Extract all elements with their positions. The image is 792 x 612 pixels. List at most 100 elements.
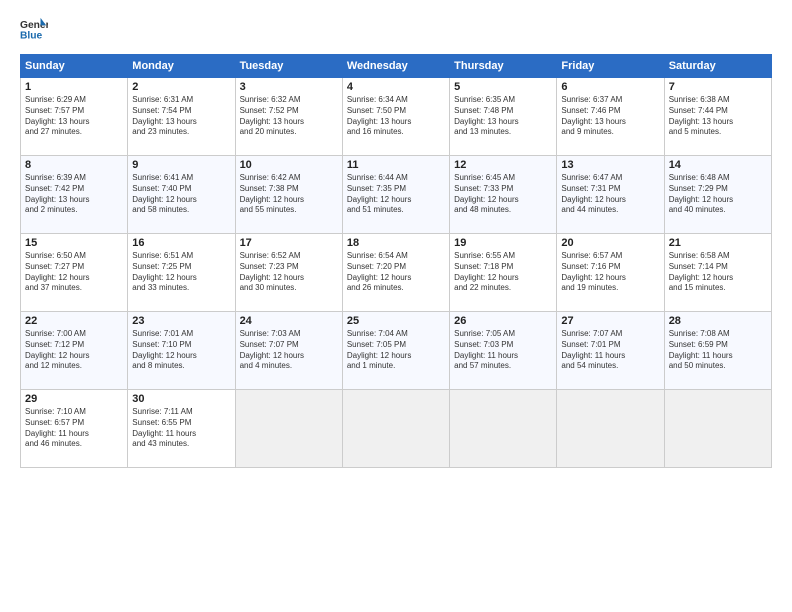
cell-info: Sunrise: 7:07 AM Sunset: 7:01 PM Dayligh… — [561, 329, 659, 372]
calendar-cell: 2 Sunrise: 6:31 AM Sunset: 7:54 PM Daylig… — [128, 78, 235, 156]
calendar-cell: 19Sunrise: 6:55 AM Sunset: 7:18 PM Dayli… — [450, 234, 557, 312]
cell-info: Sunrise: 7:00 AM Sunset: 7:12 PM Dayligh… — [25, 329, 123, 372]
calendar-cell: 1 Sunrise: 6:29 AM Sunset: 7:57 PM Daylig… — [21, 78, 128, 156]
calendar-cell: 6Sunrise: 6:37 AM Sunset: 7:46 PM Daylig… — [557, 78, 664, 156]
calendar-cell: 3Sunrise: 6:32 AM Sunset: 7:52 PM Daylig… — [235, 78, 342, 156]
calendar-cell: 12 Sunrise: 6:45 AM Sunset: 7:33 PM Dayli… — [450, 156, 557, 234]
calendar-cell: 10 Sunrise: 6:42 AM Sunset: 7:38 PM Dayli… — [235, 156, 342, 234]
calendar-cell: 26 Sunrise: 7:05 AM Sunset: 7:03 PM Dayli… — [450, 312, 557, 390]
day-number: 8 — [25, 159, 123, 171]
calendar-cell: 24Sunrise: 7:03 AM Sunset: 7:07 PM Dayli… — [235, 312, 342, 390]
calendar-week-1: 1 Sunrise: 6:29 AM Sunset: 7:57 PM Daylig… — [21, 78, 772, 156]
day-number: 24 — [240, 315, 338, 327]
cell-info: Sunrise: 7:05 AM Sunset: 7:03 PM Dayligh… — [454, 329, 552, 372]
calendar-cell: 27Sunrise: 7:07 AM Sunset: 7:01 PM Dayli… — [557, 312, 664, 390]
day-number: 30 — [132, 393, 230, 405]
day-number: 20 — [561, 237, 659, 249]
day-number: 7 — [669, 81, 767, 93]
cell-info: Sunrise: 7:01 AM Sunset: 7:10 PM Dayligh… — [132, 329, 230, 372]
day-number: 9 — [132, 159, 230, 171]
logo-icon: General Blue — [20, 16, 48, 44]
calendar-body: 1 Sunrise: 6:29 AM Sunset: 7:57 PM Daylig… — [21, 78, 772, 468]
cell-info: Sunrise: 6:54 AM Sunset: 7:20 PM Dayligh… — [347, 251, 445, 294]
day-number: 23 — [132, 315, 230, 327]
cell-info: Sunrise: 6:57 AM Sunset: 7:16 PM Dayligh… — [561, 251, 659, 294]
cell-info: Sunrise: 6:47 AM Sunset: 7:31 PM Dayligh… — [561, 173, 659, 216]
calendar-week-4: 22Sunrise: 7:00 AM Sunset: 7:12 PM Dayli… — [21, 312, 772, 390]
calendar-cell: 7 Sunrise: 6:38 AM Sunset: 7:44 PM Daylig… — [664, 78, 771, 156]
cell-info: Sunrise: 6:58 AM Sunset: 7:14 PM Dayligh… — [669, 251, 767, 294]
day-number: 16 — [132, 237, 230, 249]
cell-info: Sunrise: 7:10 AM Sunset: 6:57 PM Dayligh… — [25, 407, 123, 450]
cell-info: Sunrise: 7:08 AM Sunset: 6:59 PM Dayligh… — [669, 329, 767, 372]
calendar-cell: 8 Sunrise: 6:39 AM Sunset: 7:42 PM Daylig… — [21, 156, 128, 234]
logo: General Blue — [20, 16, 48, 44]
calendar-header-saturday: Saturday — [664, 55, 771, 78]
calendar-header-row: SundayMondayTuesdayWednesdayThursdayFrid… — [21, 55, 772, 78]
calendar-cell: 17 Sunrise: 6:52 AM Sunset: 7:23 PM Dayli… — [235, 234, 342, 312]
calendar-cell: 18 Sunrise: 6:54 AM Sunset: 7:20 PM Dayli… — [342, 234, 449, 312]
cell-info: Sunrise: 6:45 AM Sunset: 7:33 PM Dayligh… — [454, 173, 552, 216]
calendar-header-sunday: Sunday — [21, 55, 128, 78]
cell-info: Sunrise: 6:48 AM Sunset: 7:29 PM Dayligh… — [669, 173, 767, 216]
cell-info: Sunrise: 6:31 AM Sunset: 7:54 PM Dayligh… — [132, 95, 230, 138]
calendar-cell — [557, 390, 664, 468]
calendar-cell: 15 Sunrise: 6:50 AM Sunset: 7:27 PM Dayli… — [21, 234, 128, 312]
cell-info: Sunrise: 6:35 AM Sunset: 7:48 PM Dayligh… — [454, 95, 552, 138]
calendar-week-5: 29 Sunrise: 7:10 AM Sunset: 6:57 PM Dayli… — [21, 390, 772, 468]
calendar-cell: 11 Sunrise: 6:44 AM Sunset: 7:35 PM Dayli… — [342, 156, 449, 234]
day-number: 3 — [240, 81, 338, 93]
day-number: 14 — [669, 159, 767, 171]
calendar-header-thursday: Thursday — [450, 55, 557, 78]
cell-info: Sunrise: 6:44 AM Sunset: 7:35 PM Dayligh… — [347, 173, 445, 216]
day-number: 4 — [347, 81, 445, 93]
calendar-header-wednesday: Wednesday — [342, 55, 449, 78]
day-number: 12 — [454, 159, 552, 171]
calendar-cell: 22Sunrise: 7:00 AM Sunset: 7:12 PM Dayli… — [21, 312, 128, 390]
cell-info: Sunrise: 6:52 AM Sunset: 7:23 PM Dayligh… — [240, 251, 338, 294]
calendar-cell: 20 Sunrise: 6:57 AM Sunset: 7:16 PM Dayli… — [557, 234, 664, 312]
calendar-header-friday: Friday — [557, 55, 664, 78]
page-header: General Blue — [20, 16, 772, 44]
day-number: 15 — [25, 237, 123, 249]
day-number: 11 — [347, 159, 445, 171]
calendar-cell — [664, 390, 771, 468]
day-number: 18 — [347, 237, 445, 249]
calendar-week-3: 15 Sunrise: 6:50 AM Sunset: 7:27 PM Dayli… — [21, 234, 772, 312]
calendar-cell: 5 Sunrise: 6:35 AM Sunset: 7:48 PM Daylig… — [450, 78, 557, 156]
cell-info: Sunrise: 6:29 AM Sunset: 7:57 PM Dayligh… — [25, 95, 123, 138]
cell-info: Sunrise: 6:50 AM Sunset: 7:27 PM Dayligh… — [25, 251, 123, 294]
calendar-table: SundayMondayTuesdayWednesdayThursdayFrid… — [20, 54, 772, 468]
day-number: 5 — [454, 81, 552, 93]
day-number: 25 — [347, 315, 445, 327]
day-number: 1 — [25, 81, 123, 93]
calendar-cell: 16Sunrise: 6:51 AM Sunset: 7:25 PM Dayli… — [128, 234, 235, 312]
calendar-week-2: 8 Sunrise: 6:39 AM Sunset: 7:42 PM Daylig… — [21, 156, 772, 234]
calendar-header-tuesday: Tuesday — [235, 55, 342, 78]
calendar-cell: 23 Sunrise: 7:01 AM Sunset: 7:10 PM Dayli… — [128, 312, 235, 390]
calendar-cell: 28 Sunrise: 7:08 AM Sunset: 6:59 PM Dayli… — [664, 312, 771, 390]
cell-info: Sunrise: 6:38 AM Sunset: 7:44 PM Dayligh… — [669, 95, 767, 138]
cell-info: Sunrise: 6:34 AM Sunset: 7:50 PM Dayligh… — [347, 95, 445, 138]
cell-info: Sunrise: 7:04 AM Sunset: 7:05 PM Dayligh… — [347, 329, 445, 372]
day-number: 28 — [669, 315, 767, 327]
cell-info: Sunrise: 7:11 AM Sunset: 6:55 PM Dayligh… — [132, 407, 230, 450]
cell-info: Sunrise: 6:42 AM Sunset: 7:38 PM Dayligh… — [240, 173, 338, 216]
calendar-cell: 14 Sunrise: 6:48 AM Sunset: 7:29 PM Dayli… — [664, 156, 771, 234]
day-number: 10 — [240, 159, 338, 171]
calendar-cell: 30 Sunrise: 7:11 AM Sunset: 6:55 PM Dayli… — [128, 390, 235, 468]
svg-text:Blue: Blue — [20, 30, 43, 41]
cell-info: Sunrise: 6:37 AM Sunset: 7:46 PM Dayligh… — [561, 95, 659, 138]
day-number: 29 — [25, 393, 123, 405]
calendar-cell: 9Sunrise: 6:41 AM Sunset: 7:40 PM Daylig… — [128, 156, 235, 234]
day-number: 19 — [454, 237, 552, 249]
calendar-cell: 13 Sunrise: 6:47 AM Sunset: 7:31 PM Dayli… — [557, 156, 664, 234]
calendar-cell — [235, 390, 342, 468]
cell-info: Sunrise: 6:39 AM Sunset: 7:42 PM Dayligh… — [25, 173, 123, 216]
calendar-cell: 4 Sunrise: 6:34 AM Sunset: 7:50 PM Daylig… — [342, 78, 449, 156]
day-number: 2 — [132, 81, 230, 93]
day-number: 13 — [561, 159, 659, 171]
calendar-cell — [450, 390, 557, 468]
day-number: 26 — [454, 315, 552, 327]
day-number: 17 — [240, 237, 338, 249]
